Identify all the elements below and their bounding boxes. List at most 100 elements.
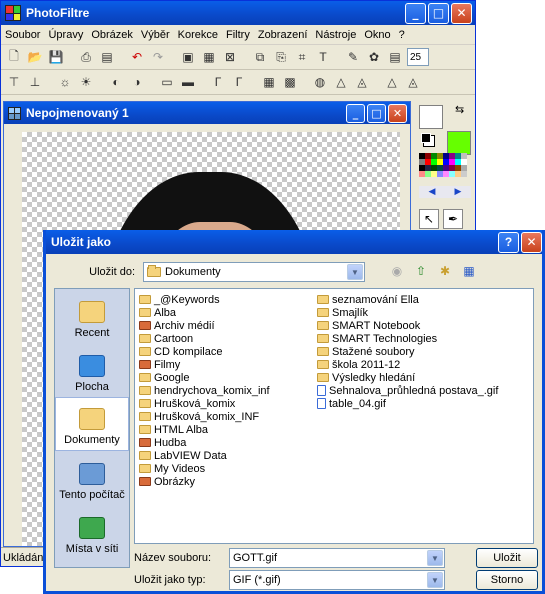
gamma-minus-icon[interactable]: Γ	[209, 73, 227, 91]
list-item[interactable]: Sehnalova_průhledná postava_.gif	[317, 384, 498, 397]
place-computer[interactable]: Tento počítač	[55, 451, 129, 505]
foreground-color[interactable]	[419, 105, 443, 129]
save-button[interactable]: Uložit	[476, 548, 538, 568]
document-title-bar[interactable]: Nepojmenovaný 1 _ □ ✕	[4, 102, 410, 124]
new-folder-icon[interactable]: ✱	[436, 262, 454, 280]
gamma-plus-icon[interactable]: Γ	[230, 73, 248, 91]
place-documents[interactable]: Dokumenty	[55, 397, 129, 451]
palette-scroll[interactable]: ◀ ▶	[419, 186, 471, 198]
sharpen-icon[interactable]: △	[332, 73, 350, 91]
close-icon[interactable]: ✕	[451, 2, 472, 24]
text-icon[interactable]: T	[314, 48, 332, 66]
list-item[interactable]: Hrušková_komix_INF	[139, 410, 270, 423]
zoom-field[interactable]: 25	[407, 48, 429, 66]
save-icon[interactable]: 💾	[47, 48, 65, 66]
list-item[interactable]: Obrázky	[139, 475, 270, 488]
filename-dropdown-icon[interactable]: ▼	[427, 550, 443, 566]
filename-input[interactable]: GOTT.gif ▼	[229, 548, 445, 568]
print-icon[interactable]: ⎙	[77, 48, 95, 66]
list-item[interactable]: škola 2011-12	[317, 358, 498, 371]
back-icon[interactable]: ◉	[388, 262, 406, 280]
blur-icon[interactable]: ◍	[311, 73, 329, 91]
place-network[interactable]: Místa v síti	[55, 505, 129, 559]
chevron-down-icon[interactable]: ▼	[347, 264, 363, 280]
filters-icon[interactable]: ✎	[344, 48, 362, 66]
paste-icon[interactable]: ⎘	[272, 48, 290, 66]
new-file-icon[interactable]: 🗋	[5, 48, 23, 66]
save-in-combo[interactable]: Dokumenty ▼	[143, 262, 365, 282]
auto-level-icon[interactable]: ⊤	[5, 73, 23, 91]
cancel-button[interactable]: Storno	[476, 570, 538, 590]
swap-colors-icon[interactable]: ⇆	[455, 103, 464, 116]
list-item[interactable]: Google	[139, 371, 270, 384]
scroll-right-icon[interactable]: ▶	[455, 186, 462, 198]
list-item[interactable]: SMART Technologies	[317, 332, 498, 345]
scroll-left-icon[interactable]: ◀	[429, 186, 436, 198]
reset-colors-icon[interactable]	[421, 133, 431, 143]
dialog-close-icon[interactable]: ✕	[521, 231, 542, 253]
canvas-size-icon[interactable]: ▦	[200, 48, 218, 66]
image-size-icon[interactable]: ▣	[179, 48, 197, 66]
menu-item[interactable]: Filtry	[226, 29, 250, 41]
list-item[interactable]: SMART Notebook	[317, 319, 498, 332]
menu-item[interactable]: Korekce	[178, 29, 218, 41]
scan-icon[interactable]: ▤	[98, 48, 116, 66]
crop-icon[interactable]: ⌗	[293, 48, 311, 66]
open-folder-icon[interactable]: 📂	[26, 48, 44, 66]
list-item[interactable]: seznamování Ella	[317, 293, 498, 306]
list-item[interactable]: CD kompilace	[139, 345, 270, 358]
up-folder-icon[interactable]: ⇧	[412, 262, 430, 280]
grid-icon[interactable]: ▤	[386, 48, 404, 66]
list-item[interactable]: HTML Alba	[139, 423, 270, 436]
list-item[interactable]: Hudba	[139, 436, 270, 449]
maximize-icon[interactable]: □	[428, 2, 449, 24]
undo-icon[interactable]: ↶	[128, 48, 146, 66]
sepia-icon[interactable]: ▩	[281, 73, 299, 91]
list-item[interactable]: Smajlík	[317, 306, 498, 319]
help-button[interactable]: ?	[498, 231, 519, 253]
list-item[interactable]: Filmy	[139, 358, 270, 371]
list-item[interactable]: Alba	[139, 306, 270, 319]
menu-item[interactable]: Nástroje	[315, 29, 356, 41]
dialog-title-bar[interactable]: Uložit jako ? ✕	[46, 230, 542, 254]
menu-item[interactable]: Výběr	[141, 29, 170, 41]
menu-item[interactable]: Obrázek	[91, 29, 133, 41]
grayscale-icon[interactable]: ▦	[260, 73, 278, 91]
saturation-minus-icon[interactable]: ▭	[158, 73, 176, 91]
minimize-icon[interactable]: _	[405, 2, 426, 24]
menu-item[interactable]: ?	[399, 29, 405, 41]
triangle-icon[interactable]: △	[383, 73, 401, 91]
brightness-plus-icon[interactable]: ☀	[77, 73, 95, 91]
list-item[interactable]: Cartoon	[139, 332, 270, 345]
list-item[interactable]: Hrušková_komix	[139, 397, 270, 410]
background-color[interactable]	[447, 131, 471, 155]
color-swatches[interactable]	[419, 153, 471, 177]
copy-icon[interactable]: ⧉	[251, 48, 269, 66]
list-item[interactable]: LabVIEW Data	[139, 449, 270, 462]
eyedropper-tool-icon[interactable]: ✒	[443, 209, 463, 229]
app-title-bar[interactable]: PhotoFiltre _ □ ✕	[1, 1, 475, 25]
menu-item[interactable]: Okno	[364, 29, 390, 41]
list-item[interactable]: _@Keywords	[139, 293, 270, 306]
menu-item[interactable]: Soubor	[5, 29, 40, 41]
doc-maximize-icon[interactable]: □	[367, 103, 386, 123]
list-item[interactable]: Výsledky hledání	[317, 371, 498, 384]
list-item[interactable]: hendrychova_komix_inf	[139, 384, 270, 397]
auto-contrast-icon[interactable]: ⊥	[26, 73, 44, 91]
contrast-plus-icon[interactable]: ◑	[128, 73, 146, 91]
view-menu-icon[interactable]: ▦	[460, 262, 478, 280]
list-item[interactable]: My Videos	[139, 462, 270, 475]
fit-image-icon[interactable]: ⊠	[221, 48, 239, 66]
saturation-plus-icon[interactable]: ▬	[179, 73, 197, 91]
effects-icon[interactable]: ✿	[365, 48, 383, 66]
menu-item[interactable]: Zobrazení	[258, 29, 308, 41]
redo-icon[interactable]: ↷	[149, 48, 167, 66]
filetype-dropdown-icon[interactable]: ▼	[427, 572, 443, 588]
color-swatch[interactable]	[461, 171, 467, 177]
triangle-alt-icon[interactable]: ◬	[404, 73, 422, 91]
place-desktop[interactable]: Plocha	[55, 343, 129, 397]
menu-item[interactable]: Úpravy	[48, 29, 83, 41]
place-recent[interactable]: Recent	[55, 289, 129, 343]
file-list[interactable]: _@Keywords Alba Archiv médií Cartoon CD komp…	[134, 288, 534, 544]
contrast-minus-icon[interactable]: ◐	[107, 73, 125, 91]
